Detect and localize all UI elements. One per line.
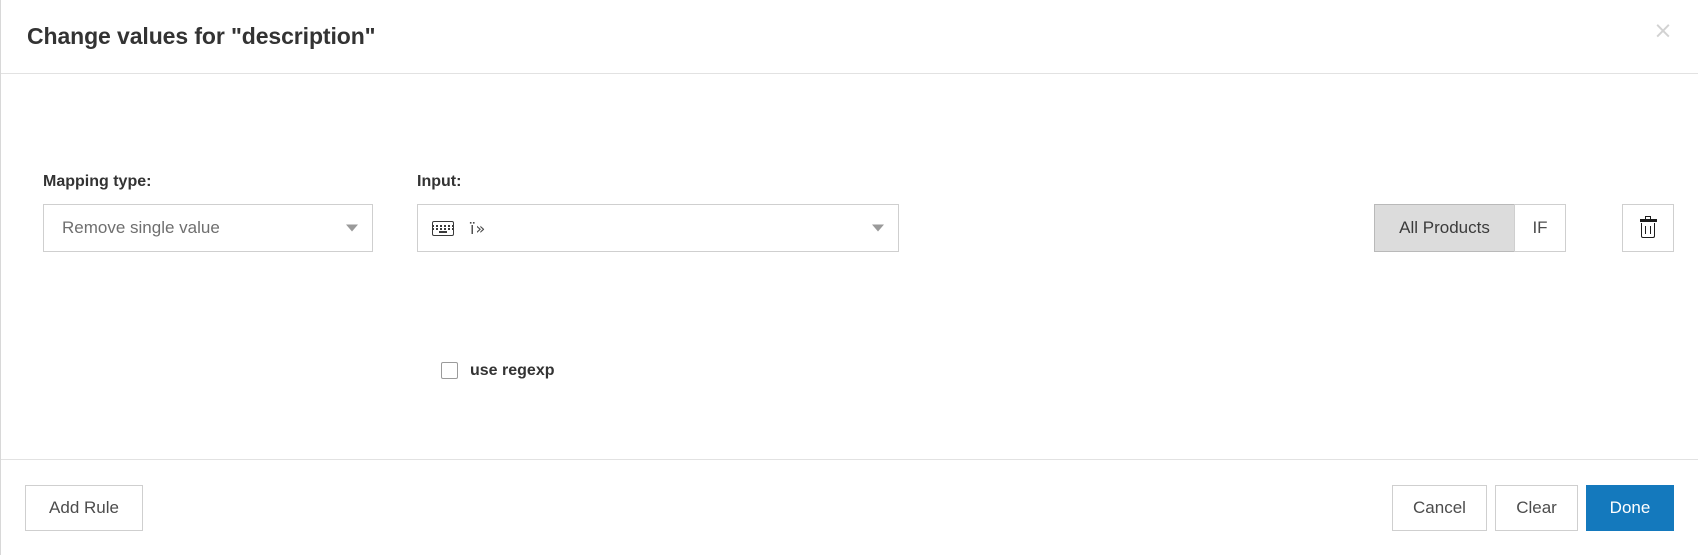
mapping-type-value: Remove single value <box>62 218 220 237</box>
add-rule-button[interactable]: Add Rule <box>25 484 143 531</box>
trash-icon <box>1639 215 1657 238</box>
input-group: Input: ï» <box>417 174 899 252</box>
scope-toggle-all-products[interactable]: All Products <box>1374 204 1514 252</box>
mapping-type-select[interactable]: Remove single value <box>43 204 373 252</box>
delete-rule-button[interactable] <box>1622 204 1674 252</box>
chevron-down-icon <box>872 224 884 232</box>
chevron-down-icon <box>346 224 358 232</box>
rule-actions: All Products IF <box>1374 174 1674 252</box>
scope-toggle-if[interactable]: IF <box>1514 204 1566 252</box>
input-value[interactable]: ï» <box>470 219 486 238</box>
mapping-type-label: Mapping type: <box>43 173 152 190</box>
keyboard-icon <box>432 220 454 236</box>
input-combobox[interactable]: ï» <box>417 204 899 252</box>
use-regexp-label[interactable]: use regexp <box>470 362 554 379</box>
footer-actions: Cancel Clear Done <box>1392 484 1674 531</box>
dialog-title: Change values for "description" <box>27 23 376 49</box>
input-label: Input: <box>417 173 462 190</box>
cancel-button[interactable]: Cancel <box>1392 484 1487 531</box>
done-button[interactable]: Done <box>1586 484 1674 531</box>
use-regexp-row: use regexp <box>1 362 554 379</box>
dialog-header: Change values for "description" × <box>1 0 1698 74</box>
scope-toggle-group: All Products IF <box>1374 204 1566 252</box>
dialog-footer: Add Rule Cancel Clear Done <box>1 459 1698 555</box>
dialog-body: Mapping type: Remove single value Input:… <box>1 74 1698 459</box>
rule-row: Mapping type: Remove single value Input:… <box>1 174 1698 252</box>
clear-button[interactable]: Clear <box>1495 484 1578 531</box>
use-regexp-checkbox[interactable] <box>441 362 458 379</box>
close-icon[interactable]: × <box>1648 16 1678 46</box>
mapping-type-group: Mapping type: Remove single value <box>43 174 373 252</box>
change-values-dialog: Change values for "description" × Mappin… <box>0 0 1698 555</box>
